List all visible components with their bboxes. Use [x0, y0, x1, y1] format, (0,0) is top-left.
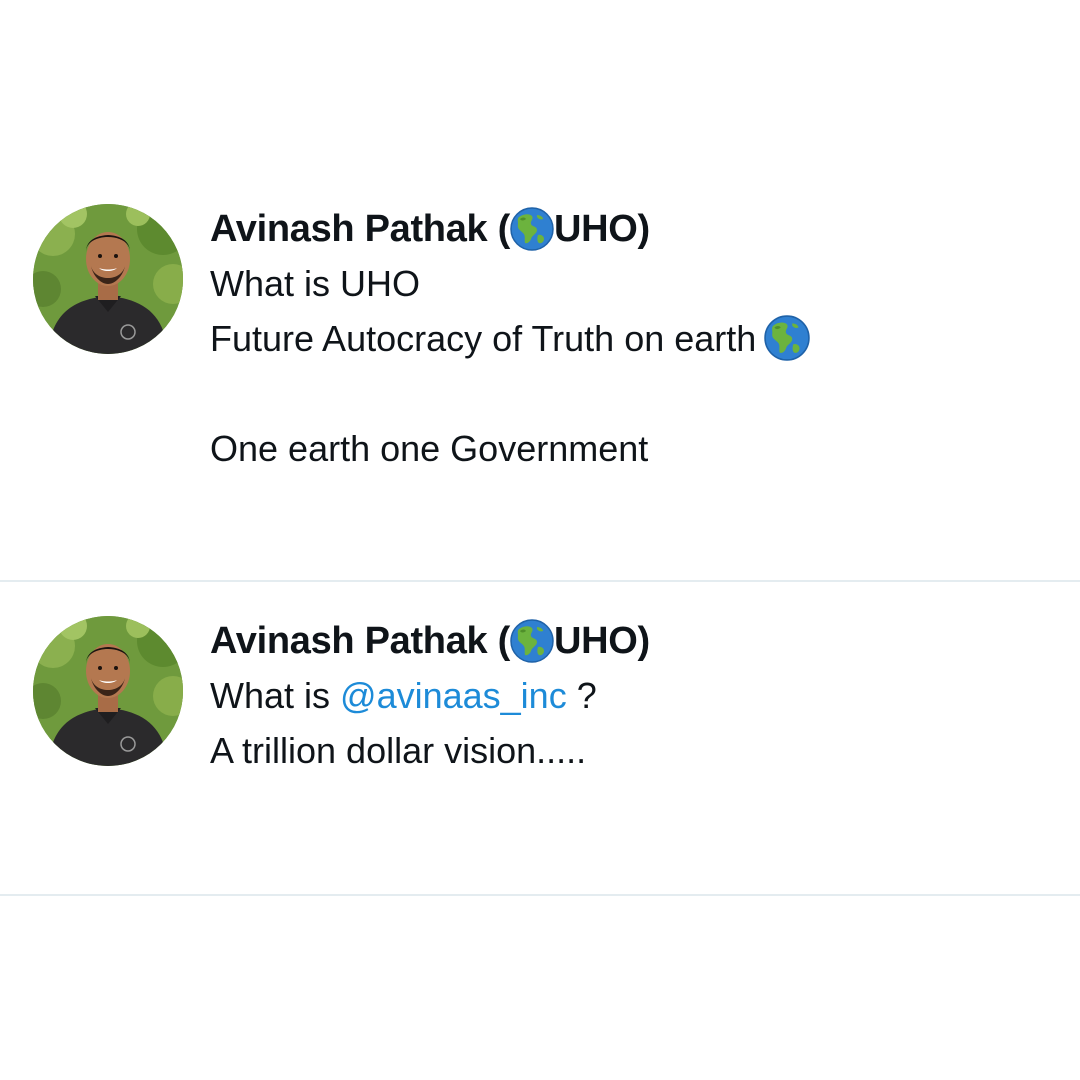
- tweet-divider: [0, 580, 1080, 582]
- tweet-text-span: Future Autocracy of Truth on earth: [210, 318, 757, 359]
- avatar[interactable]: [33, 616, 183, 766]
- tweet-body: Avinash Pathak ( UHO) What is UHO Future…: [210, 202, 1040, 476]
- avatar[interactable]: [33, 204, 183, 354]
- tweet-text-line: What is @avinaas_inc ?: [210, 668, 1040, 723]
- tweet-card[interactable]: Avinash Pathak ( UHO) What is UHO Future…: [0, 200, 1080, 581]
- author-name-suffix: UHO): [554, 619, 650, 662]
- author-name[interactable]: Avinash Pathak ( UHO): [210, 614, 1040, 668]
- globe-americas-icon: [764, 315, 810, 361]
- mention-link[interactable]: @avinaas_inc: [340, 675, 567, 716]
- tweet-text-span: What is: [210, 675, 341, 716]
- globe-americas-icon: [510, 619, 554, 663]
- tweet-text-line: What is UHO: [210, 263, 421, 304]
- tweet-body: Avinash Pathak ( UHO) What is @avinaas_i…: [210, 614, 1040, 778]
- tweet-text-span: ?: [566, 675, 597, 716]
- tweet-text-line: Future Autocracy of Truth on earth: [210, 311, 1040, 366]
- author-name[interactable]: Avinash Pathak ( UHO): [210, 202, 1040, 256]
- author-name-prefix: Avinash Pathak (: [210, 619, 510, 662]
- author-name-prefix: Avinash Pathak (: [210, 207, 510, 250]
- globe-americas-icon: [510, 207, 554, 251]
- tweet-card[interactable]: Avinash Pathak ( UHO) What is @avinaas_i…: [0, 612, 1080, 895]
- tweet-text-line: A trillion dollar vision.....: [210, 730, 587, 771]
- tweet-divider: [0, 894, 1080, 896]
- author-name-suffix: UHO): [554, 207, 650, 250]
- tweet-text-line: One earth one Government: [210, 428, 649, 469]
